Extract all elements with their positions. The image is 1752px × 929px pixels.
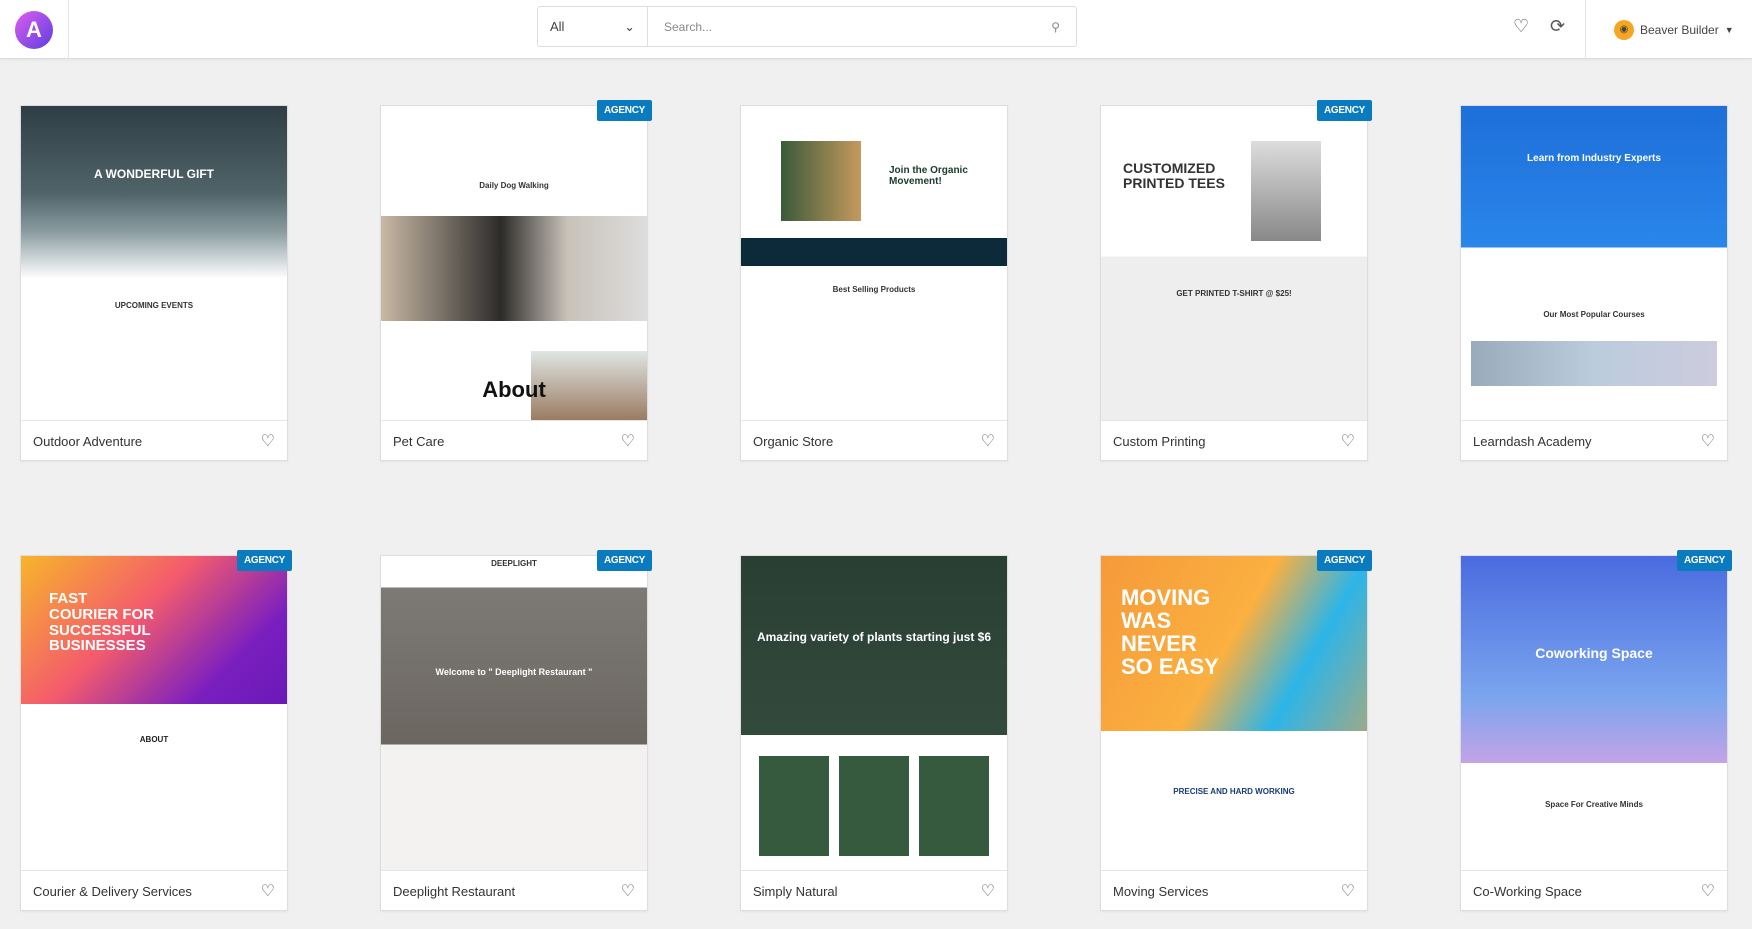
template-preview-image[interactable]: MOVING WAS NEVER SO EASY PRECISE AND HAR… bbox=[1101, 556, 1367, 871]
template-card[interactable]: AGENCY Welcome to " Deeplight Restaurant… bbox=[380, 550, 652, 911]
preview-subheading: Daily Dog Walking bbox=[479, 181, 549, 190]
template-name: Organic Store bbox=[753, 433, 834, 449]
favorite-heart-icon[interactable]: ♡ bbox=[261, 431, 275, 451]
top-bar: A All ⌄ Search... ⚲ ♡ ⟳ ◉ Beaver Builder ▼ bbox=[0, 0, 1752, 59]
template-name: Learndash Academy bbox=[1473, 433, 1592, 449]
preview-headline: MOVING WAS NEVER SO EASY bbox=[1121, 585, 1219, 680]
preview-subheading: PRECISE AND HARD WORKING bbox=[1173, 787, 1295, 796]
filter-value: All bbox=[550, 19, 565, 34]
template-card[interactable]: AGENCY MOVING WAS NEVER SO EASY PRECISE … bbox=[1100, 550, 1372, 911]
template-card[interactable]: AGENCY FAST COURIER FOR SUCCESSFUL BUSIN… bbox=[20, 550, 292, 911]
template-card[interactable]: AGENCY CUSTOMIZED PRINTED TEES GET PRINT… bbox=[1100, 100, 1372, 461]
preview-headline: Welcome to " Deeplight Restaurant " bbox=[435, 667, 593, 677]
builder-name: Beaver Builder bbox=[1640, 22, 1719, 37]
preview-subheading: Our Most Popular Courses bbox=[1543, 310, 1645, 319]
template-preview-image[interactable]: Join the Organic Movement! Best Selling … bbox=[741, 106, 1007, 421]
template-preview-image[interactable]: A WONDERFUL GIFT UPCOMING EVENTS bbox=[21, 106, 287, 421]
template-card-footer: Moving Services ♡ bbox=[1101, 871, 1367, 911]
template-name: Custom Printing bbox=[1113, 433, 1206, 449]
template-card[interactable]: Amazing variety of plants starting just … bbox=[740, 555, 1008, 911]
preview-headline: A WONDERFUL GIFT bbox=[94, 167, 214, 181]
search-icon: ⚲ bbox=[1051, 19, 1060, 34]
template-preview-image[interactable]: Learn from Industry Experts Our Most Pop… bbox=[1461, 106, 1727, 421]
template-name: Simply Natural bbox=[753, 883, 838, 899]
template-card-footer: Courier & Delivery Services ♡ bbox=[21, 871, 287, 911]
favorite-heart-icon[interactable]: ♡ bbox=[621, 431, 635, 451]
template-preview-image[interactable]: Welcome to " Deeplight Restaurant " DEEP… bbox=[381, 556, 647, 871]
preview-headline: FAST COURIER FOR SUCCESSFUL BUSINESSES bbox=[49, 590, 154, 655]
template-preview-image[interactable]: FAST COURIER FOR SUCCESSFUL BUSINESSES A… bbox=[21, 556, 287, 871]
favorites-heart-icon[interactable]: ♡ bbox=[1513, 16, 1529, 37]
agency-badge: AGENCY bbox=[597, 100, 652, 121]
agency-badge: AGENCY bbox=[1317, 550, 1372, 571]
favorite-heart-icon[interactable]: ♡ bbox=[261, 881, 275, 901]
template-card-footer: Co-Working Space ♡ bbox=[1461, 871, 1727, 911]
template-card[interactable]: Join the Organic Movement! Best Selling … bbox=[740, 105, 1008, 461]
template-card-footer: Deeplight Restaurant ♡ bbox=[381, 871, 647, 911]
favorite-heart-icon[interactable]: ♡ bbox=[1341, 881, 1355, 901]
template-name: Deeplight Restaurant bbox=[393, 883, 516, 899]
preview-headline: Learn from Industry Experts bbox=[1527, 153, 1661, 164]
agency-badge: AGENCY bbox=[597, 550, 652, 571]
favorite-heart-icon[interactable]: ♡ bbox=[1701, 881, 1715, 901]
preview-headline: Coworking Space bbox=[1535, 645, 1653, 661]
agency-badge: AGENCY bbox=[1317, 100, 1372, 121]
template-card[interactable]: A WONDERFUL GIFT UPCOMING EVENTS Outdoor… bbox=[20, 105, 288, 461]
template-card[interactable]: Learn from Industry Experts Our Most Pop… bbox=[1460, 105, 1728, 461]
preview-headline: Amazing variety of plants starting just … bbox=[756, 630, 992, 644]
template-card-footer: Custom Printing ♡ bbox=[1101, 421, 1367, 461]
agency-badge: AGENCY bbox=[1677, 550, 1732, 571]
template-name: Moving Services bbox=[1113, 883, 1209, 899]
page-builder-selector[interactable]: ◉ Beaver Builder ▼ bbox=[1585, 0, 1752, 59]
preview-subheading: Best Selling Products bbox=[832, 285, 916, 294]
beaver-builder-icon: ◉ bbox=[1614, 19, 1634, 40]
search-input[interactable]: Search... ⚲ bbox=[647, 6, 1077, 47]
template-card[interactable]: AGENCY About Daily Dog Walking Pet Care ♡ bbox=[380, 100, 652, 461]
template-card-footer: Learndash Academy ♡ bbox=[1461, 421, 1727, 461]
preview-headline: CUSTOMIZED PRINTED TEES bbox=[1123, 160, 1225, 191]
preview-headline: About bbox=[482, 377, 546, 402]
search-placeholder: Search... bbox=[664, 19, 713, 34]
astra-logo-icon: A bbox=[15, 10, 53, 49]
preview-headline: Join the Organic Movement! bbox=[889, 165, 968, 187]
favorite-heart-icon[interactable]: ♡ bbox=[1341, 431, 1355, 451]
template-preview-image[interactable]: Coworking Space Space For Creative Minds bbox=[1461, 556, 1727, 871]
template-preview-image[interactable]: About Daily Dog Walking bbox=[381, 106, 647, 421]
template-card-footer: Organic Store ♡ bbox=[741, 421, 1007, 461]
favorite-heart-icon[interactable]: ♡ bbox=[981, 881, 995, 901]
preview-subheading: Space For Creative Minds bbox=[1545, 800, 1643, 809]
template-card-footer: Pet Care ♡ bbox=[381, 421, 647, 461]
favorite-heart-icon[interactable]: ♡ bbox=[621, 881, 635, 901]
refresh-icon[interactable]: ⟳ bbox=[1550, 16, 1565, 37]
template-name: Courier & Delivery Services bbox=[33, 883, 192, 899]
favorite-heart-icon[interactable]: ♡ bbox=[981, 431, 995, 451]
template-preview-image[interactable]: CUSTOMIZED PRINTED TEES GET PRINTED T-SH… bbox=[1101, 106, 1367, 421]
template-card-footer: Simply Natural ♡ bbox=[741, 871, 1007, 911]
template-name: Co-Working Space bbox=[1473, 883, 1582, 899]
chevron-down-icon: ⌄ bbox=[624, 18, 635, 34]
preview-subheading: ABOUT bbox=[139, 735, 169, 744]
dropdown-caret-icon: ▼ bbox=[1724, 24, 1734, 35]
logo[interactable]: A bbox=[0, 0, 69, 59]
preview-subheading: UPCOMING EVENTS bbox=[114, 301, 194, 310]
favorite-heart-icon[interactable]: ♡ bbox=[1701, 431, 1715, 451]
agency-badge: AGENCY bbox=[237, 550, 292, 571]
category-filter-select[interactable]: All ⌄ bbox=[537, 6, 648, 47]
preview-subheading: GET PRINTED T-SHIRT @ $25! bbox=[1176, 289, 1292, 298]
template-name: Outdoor Adventure bbox=[33, 433, 143, 449]
template-card[interactable]: AGENCY Coworking Space Space For Creativ… bbox=[1460, 550, 1732, 911]
template-name: Pet Care bbox=[393, 433, 445, 449]
template-card-footer: Outdoor Adventure ♡ bbox=[21, 421, 287, 461]
template-preview-image[interactable]: Amazing variety of plants starting just … bbox=[741, 556, 1007, 871]
